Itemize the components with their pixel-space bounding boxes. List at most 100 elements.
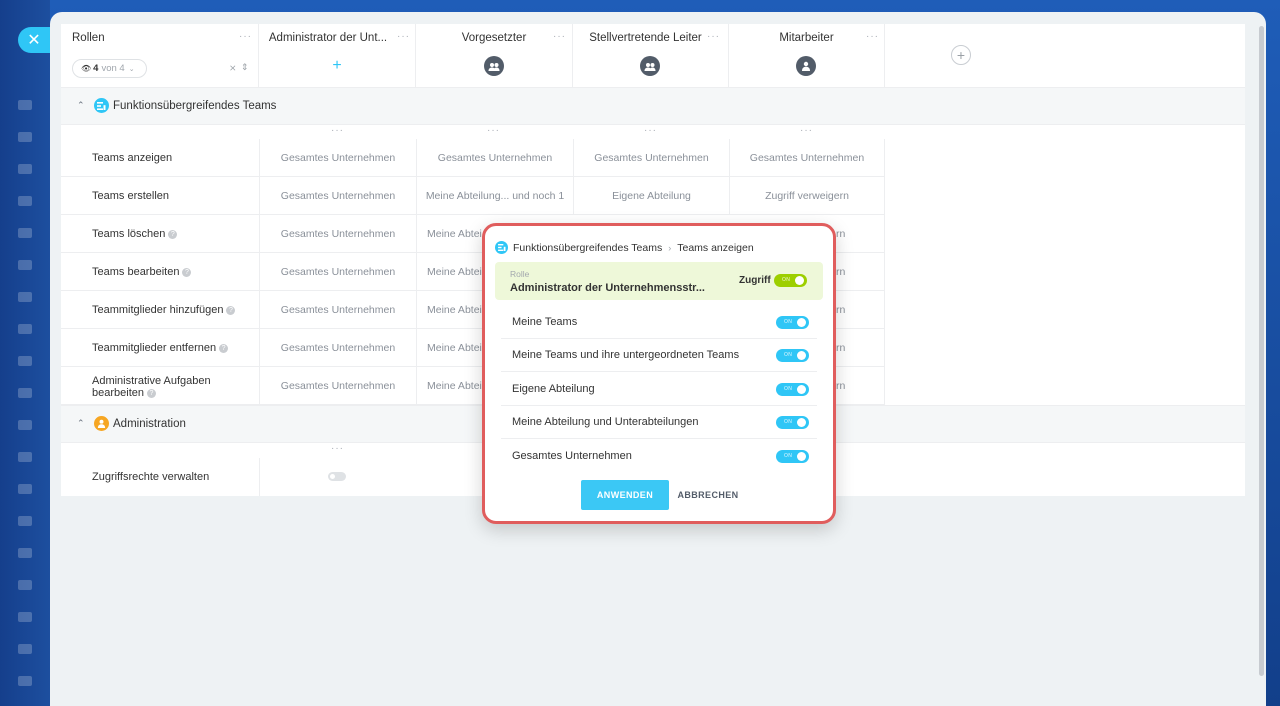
close-slider-button[interactable]: ✕ — [18, 27, 50, 53]
access-toggle[interactable]: ON — [774, 274, 807, 287]
sidebar-icon[interactable] — [18, 228, 32, 238]
access-label: Zugriff — [739, 275, 771, 286]
permission-cell[interactable]: Gesamtes Unternehmen — [259, 291, 416, 329]
sidebar-icon[interactable] — [18, 260, 32, 270]
sort-icon[interactable]: ⇕ — [241, 62, 249, 73]
option-toggle[interactable]: ON — [776, 316, 809, 329]
sidebar-icon[interactable] — [18, 132, 32, 142]
column-menu-icon[interactable]: ··· — [644, 125, 657, 136]
plus-icon[interactable]: + — [327, 56, 347, 76]
help-icon[interactable]: ? — [147, 388, 156, 398]
column-header-stellvertretende[interactable]: Stellvertretende Leiter ··· — [573, 24, 729, 87]
option-toggle[interactable]: ON — [776, 349, 809, 362]
column-menu-icon[interactable]: ··· — [397, 31, 410, 42]
permission-cell[interactable]: Gesamtes Unternehmen — [259, 253, 416, 291]
apply-button[interactable]: ANWENDEN — [581, 480, 669, 510]
sidebar-icon[interactable] — [18, 164, 32, 174]
permission-cell[interactable]: Gesamtes Unternehmen — [259, 329, 416, 367]
option-toggle[interactable]: ON — [776, 383, 809, 396]
scope-option[interactable]: Meine Abteilung und Unterabteilungen ON — [501, 406, 817, 439]
permission-value[interactable]: Gesamtes Unternehmen — [280, 266, 396, 278]
sidebar-icon[interactable] — [18, 548, 32, 558]
permission-value[interactable]: Meine Abtei — [427, 342, 482, 354]
permission-value[interactable]: Meine Abteilung... und noch 1 — [425, 190, 565, 202]
permission-value[interactable]: Eigene Abteilung — [612, 190, 691, 202]
option-toggle[interactable]: ON — [776, 416, 809, 429]
permission-value[interactable]: Meine Abtei — [427, 304, 482, 316]
chevron-up-icon[interactable]: ⌃ — [77, 100, 85, 111]
sidebar-icon[interactable] — [18, 196, 32, 206]
permission-cell[interactable] — [259, 458, 416, 496]
permission-cell[interactable]: Gesamtes Unternehmen — [416, 139, 573, 177]
permission-value[interactable]: rn — [836, 304, 846, 316]
help-icon[interactable]: ? — [226, 305, 236, 315]
permission-value[interactable]: Gesamtes Unternehmen — [594, 152, 709, 164]
chevron-up-icon[interactable]: ⌃ — [77, 418, 85, 429]
section-header[interactable]: ⌃ Funktionsübergreifendes Teams — [61, 87, 1245, 125]
column-header-vorgesetzter[interactable]: Vorgesetzter ··· — [416, 24, 573, 87]
sidebar-icon[interactable] — [18, 612, 32, 622]
permission-value[interactable]: Gesamtes Unternehmen — [280, 304, 396, 316]
permission-value[interactable]: Gesamtes Unternehmen — [280, 380, 396, 392]
permission-value[interactable]: Gesamtes Unternehmen — [280, 190, 396, 202]
permission-value[interactable]: rn — [836, 228, 846, 240]
permission-cell[interactable]: Gesamtes Unternehmen — [259, 139, 416, 177]
permission-cell[interactable]: Eigene Abteilung — [573, 177, 729, 215]
column-header-mitarbeiter[interactable]: Mitarbeiter ··· — [729, 24, 885, 87]
access-toggle[interactable] — [328, 472, 346, 481]
sidebar-icon[interactable] — [18, 580, 32, 590]
permission-cell[interactable]: Gesamtes Unternehmen — [259, 215, 416, 253]
help-icon[interactable]: ? — [182, 267, 192, 277]
help-icon[interactable]: ? — [219, 343, 229, 353]
column-menu-icon[interactable]: ··· — [331, 125, 344, 136]
permission-cell[interactable]: Zugriff verweigern — [729, 177, 885, 215]
permission-value[interactable]: Gesamtes Unternehmen — [280, 152, 396, 164]
permission-cell[interactable]: Gesamtes Unternehmen — [573, 139, 729, 177]
permission-value[interactable]: Gesamtes Unternehmen — [437, 152, 553, 164]
permission-value[interactable]: Meine Abtei — [427, 380, 482, 392]
column-menu-icon[interactable]: ··· — [553, 31, 566, 42]
column-menu-icon[interactable]: ··· — [866, 31, 879, 42]
help-icon[interactable]: ? — [168, 229, 178, 239]
permission-value[interactable]: Gesamtes Unternehmen — [749, 152, 865, 164]
sidebar-icon[interactable] — [18, 420, 32, 430]
column-menu-icon[interactable]: ··· — [487, 125, 500, 136]
permission-value[interactable]: Meine Abtei — [427, 228, 482, 240]
permission-value[interactable]: Zugriff verweigern — [765, 190, 849, 202]
permission-cell[interactable]: Gesamtes Unternehmen — [729, 139, 885, 177]
column-menu-icon[interactable]: ··· — [331, 443, 344, 454]
sidebar-icon[interactable] — [18, 644, 32, 654]
permission-cell[interactable]: Meine Abteilung... und noch 1 — [416, 177, 573, 215]
permission-value[interactable]: Gesamtes Unternehmen — [280, 342, 396, 354]
add-role-button[interactable]: + — [951, 45, 971, 65]
permission-cell[interactable]: Gesamtes Unternehmen — [259, 367, 416, 405]
column-menu-icon[interactable]: ··· — [707, 31, 720, 42]
permission-value[interactable]: rn — [836, 342, 846, 354]
cancel-button[interactable]: ABBRECHEN — [673, 480, 743, 510]
sidebar-icon[interactable] — [18, 100, 32, 110]
permission-value[interactable]: Gesamtes Unternehmen — [280, 228, 396, 240]
roles-menu-icon[interactable]: ··· — [239, 31, 252, 42]
sidebar-icon[interactable] — [18, 356, 32, 366]
sidebar-icon[interactable] — [18, 452, 32, 462]
sidebar-icon[interactable] — [18, 388, 32, 398]
scrollbar[interactable] — [1259, 26, 1264, 676]
sidebar-icon[interactable] — [18, 292, 32, 302]
scope-option[interactable]: Eigene Abteilung ON — [501, 373, 817, 406]
column-menu-icon[interactable]: ··· — [800, 125, 813, 136]
scope-option[interactable]: Meine Teams und ihre untergeordneten Tea… — [501, 339, 817, 372]
sidebar-icon[interactable] — [18, 324, 32, 334]
collapse-all-icon[interactable]: ⨯ — [229, 63, 237, 74]
column-header-admin[interactable]: Administrator der Unt... ··· + — [259, 24, 416, 87]
permission-value[interactable]: Meine Abtei — [427, 266, 482, 278]
option-toggle[interactable]: ON — [776, 450, 809, 463]
roles-filter-chip[interactable]: 👁 4 von 4 ⌄ — [72, 59, 147, 78]
sidebar-icon[interactable] — [18, 484, 32, 494]
permission-value[interactable]: rn — [836, 266, 846, 278]
sidebar-icon[interactable] — [18, 516, 32, 526]
permission-value[interactable]: rn — [836, 380, 846, 392]
scope-option[interactable]: Gesamtes Unternehmen ON — [501, 440, 817, 473]
scope-option[interactable]: Meine Teams ON — [501, 306, 817, 339]
sidebar-icon[interactable] — [18, 676, 32, 686]
permission-cell[interactable]: Gesamtes Unternehmen — [259, 177, 416, 215]
